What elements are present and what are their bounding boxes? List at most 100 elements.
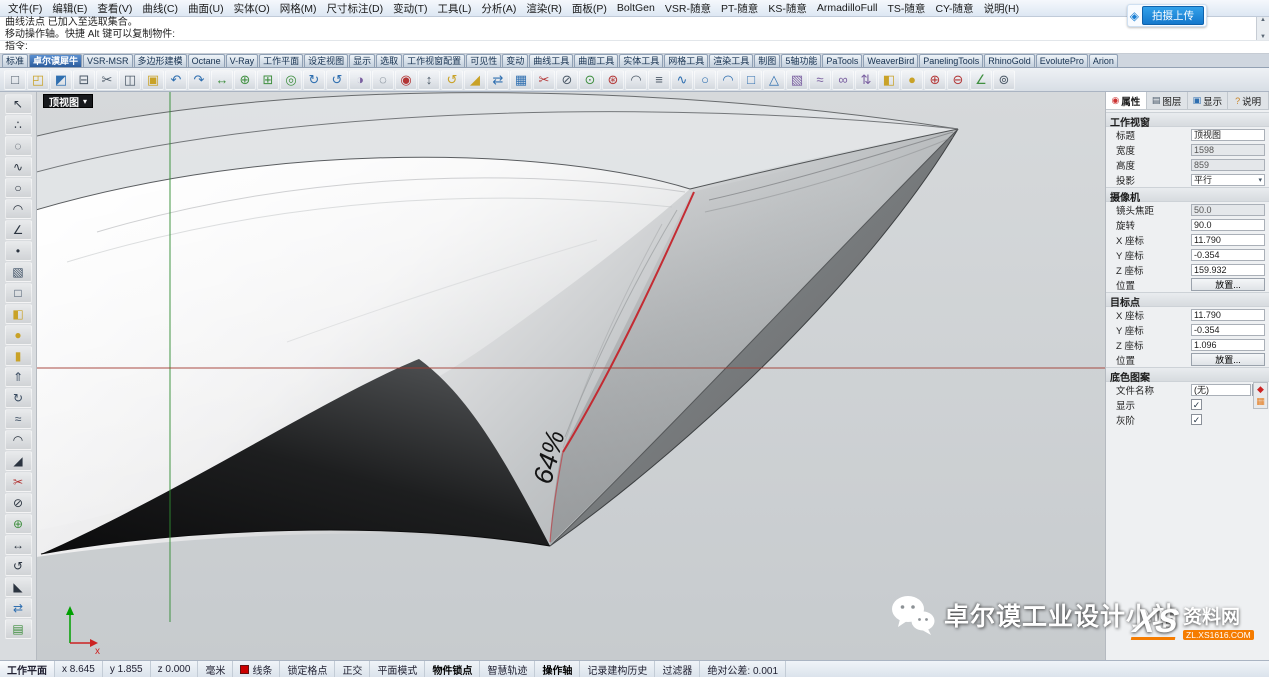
- menu-item[interactable]: VSR-随意: [660, 0, 716, 17]
- toolbar-tab[interactable]: Arion: [1089, 54, 1118, 67]
- shaded-view-icon[interactable]: ◑: [349, 70, 371, 90]
- join-icon[interactable]: ⊙: [579, 70, 601, 90]
- open-file-icon[interactable]: ◰: [27, 70, 49, 90]
- curve-icon[interactable]: ∿: [671, 70, 693, 90]
- toolbar-tab[interactable]: VSR-MSR: [83, 54, 133, 67]
- panel-tab-属性[interactable]: ◉属性: [1106, 92, 1147, 109]
- menu-item[interactable]: 说明(H): [979, 0, 1025, 17]
- arc-icon[interactable]: ◠: [5, 199, 32, 219]
- offset-icon[interactable]: ≡: [648, 70, 670, 90]
- toolbar-tab[interactable]: 标准: [2, 54, 28, 67]
- place-button[interactable]: 放置...: [1191, 353, 1265, 366]
- value-field[interactable]: 11.790: [1191, 234, 1265, 246]
- toolbar-tab[interactable]: 5轴功能: [781, 54, 821, 67]
- value-field[interactable]: -0.354: [1191, 324, 1265, 336]
- undo-view-icon[interactable]: ↺: [326, 70, 348, 90]
- toolbar-tab[interactable]: 制图: [754, 54, 780, 67]
- toolbar-tab[interactable]: 网格工具: [664, 54, 708, 67]
- toolbar-tab[interactable]: 实体工具: [619, 54, 663, 67]
- file-name-field[interactable]: (无): [1191, 384, 1251, 396]
- analyze-icon[interactable]: ∠: [970, 70, 992, 90]
- upload-widget[interactable]: ◈ 拍摄上传: [1127, 4, 1207, 27]
- chamfer-icon[interactable]: ◢: [5, 451, 32, 471]
- place-button[interactable]: 放置...: [1191, 278, 1265, 291]
- boolean-union-icon[interactable]: ⊕: [924, 70, 946, 90]
- cylinder-icon[interactable]: ▮: [5, 346, 32, 366]
- extrude-icon[interactable]: ⇅: [855, 70, 877, 90]
- move-icon[interactable]: ↕: [418, 70, 440, 90]
- render-icon[interactable]: ◉: [395, 70, 417, 90]
- toolbar-tab[interactable]: 多边形建模: [134, 54, 187, 67]
- sweep-icon[interactable]: ∞: [832, 70, 854, 90]
- value-field[interactable]: 159.932: [1191, 264, 1265, 276]
- plane-icon[interactable]: □: [5, 283, 32, 303]
- dock-gem-icon[interactable]: ◆: [1257, 384, 1264, 395]
- menu-item[interactable]: 实体(O): [229, 0, 275, 17]
- cut-icon[interactable]: ✂: [96, 70, 118, 90]
- extrude-icon[interactable]: ⇑: [5, 367, 32, 387]
- status-toggle[interactable]: 操作轴: [535, 661, 580, 677]
- toolbar-tab[interactable]: 曲线工具: [529, 54, 573, 67]
- menu-item[interactable]: 编辑(E): [47, 0, 92, 17]
- toolbar-tab[interactable]: 工作视窗配置: [403, 54, 465, 67]
- status-toggle[interactable]: 锁定格点: [280, 661, 335, 677]
- menu-item[interactable]: 变动(T): [388, 0, 432, 17]
- status-toggle[interactable]: 正交: [335, 661, 370, 677]
- value-field[interactable]: -0.354: [1191, 249, 1265, 261]
- viewport-menu-arrow-icon[interactable]: ▾: [83, 97, 87, 106]
- value-field[interactable]: 90.0: [1191, 219, 1265, 231]
- status-toggle[interactable]: 过滤器: [655, 661, 700, 677]
- layers-icon[interactable]: ▤: [5, 619, 32, 639]
- select-arrow-icon[interactable]: ↖: [5, 94, 32, 114]
- print-icon[interactable]: ⊟: [73, 70, 95, 90]
- menu-item[interactable]: TS-随意: [883, 0, 931, 17]
- status-toggle[interactable]: 智慧轨迹: [480, 661, 535, 677]
- units-label[interactable]: 毫米: [198, 661, 233, 677]
- move-icon[interactable]: ↔: [5, 535, 32, 555]
- toolbar-tab[interactable]: 卓尔谟犀牛: [29, 54, 82, 67]
- command-scrollbar[interactable]: ▲ ▼: [1256, 17, 1269, 40]
- toolbar-tab[interactable]: WeaverBird: [863, 54, 918, 67]
- toolbar-tab[interactable]: RhinoGold: [984, 54, 1035, 67]
- toolbar-tab[interactable]: V-Ray: [226, 54, 259, 67]
- toolbar-tab[interactable]: 显示: [349, 54, 375, 67]
- panel-tab-说明[interactable]: ?说明: [1228, 92, 1269, 109]
- surface-icon[interactable]: ▧: [786, 70, 808, 90]
- menu-item[interactable]: 网格(M): [275, 0, 322, 17]
- toolbar-tab[interactable]: 选取: [376, 54, 402, 67]
- trim-icon[interactable]: ✂: [5, 472, 32, 492]
- paste-icon[interactable]: ▣: [142, 70, 164, 90]
- surface-icon[interactable]: ▧: [5, 262, 32, 282]
- status-toggle[interactable]: 记录建构历史: [580, 661, 655, 677]
- box-icon[interactable]: ◧: [5, 304, 32, 324]
- status-toggle[interactable]: 平面模式: [370, 661, 425, 677]
- menu-item[interactable]: 文件(F): [3, 0, 47, 17]
- menu-item[interactable]: 工具(L): [433, 0, 477, 17]
- menu-item[interactable]: 曲面(U): [183, 0, 229, 17]
- value-field[interactable]: 1598: [1191, 144, 1265, 156]
- wireframe-view-icon[interactable]: ◌: [372, 70, 394, 90]
- arc-icon[interactable]: ◠: [717, 70, 739, 90]
- command-prompt-input[interactable]: 指令:: [0, 41, 1269, 54]
- toolbar-tab[interactable]: 工作平面: [259, 54, 303, 67]
- boolean-difference-icon[interactable]: ⊖: [947, 70, 969, 90]
- toolbar-tab[interactable]: EvolutePro: [1036, 54, 1088, 67]
- save-file-icon[interactable]: ◩: [50, 70, 72, 90]
- options-icon[interactable]: ⊚: [993, 70, 1015, 90]
- new-file-icon[interactable]: □: [4, 70, 26, 90]
- toolbar-tab[interactable]: 可见性: [466, 54, 501, 67]
- toolbar-tab[interactable]: 设定视图: [304, 54, 348, 67]
- redo-icon[interactable]: ↷: [188, 70, 210, 90]
- revolve-icon[interactable]: ↻: [5, 388, 32, 408]
- dock-grid-icon[interactable]: ▦: [1256, 396, 1265, 407]
- zoom-window-icon[interactable]: ⊞: [257, 70, 279, 90]
- command-area[interactable]: 曲线法点 已加入至选取集合。 移动操作轴。快捷 Alt 键可以复制物件: ▲ ▼: [0, 17, 1269, 41]
- toolbar-tab[interactable]: 渲染工具: [709, 54, 753, 67]
- menu-item[interactable]: 尺寸标注(D): [322, 0, 389, 17]
- menu-item[interactable]: 查看(V): [92, 0, 137, 17]
- menu-item[interactable]: 渲染(R): [521, 0, 567, 17]
- value-field[interactable]: 顶视图: [1191, 129, 1265, 141]
- toolbar-tab[interactable]: PanelingTools: [919, 54, 983, 67]
- value-field[interactable]: 50.0: [1191, 204, 1265, 216]
- scale-icon[interactable]: ◣: [5, 577, 32, 597]
